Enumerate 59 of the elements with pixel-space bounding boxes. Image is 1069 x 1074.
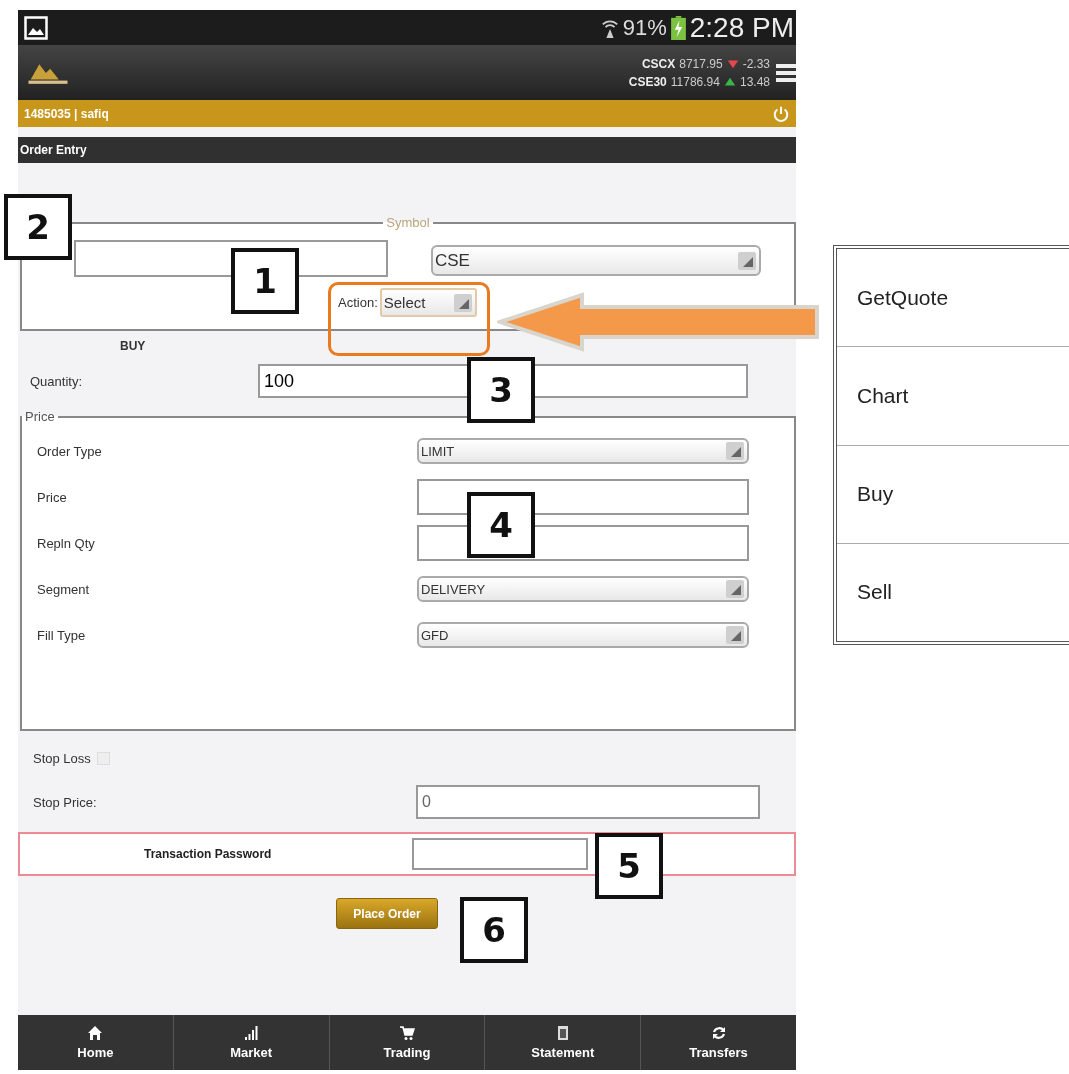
callout-number: 4	[467, 492, 535, 558]
nav-tab[interactable]: Transfers	[641, 1015, 796, 1070]
index-change: 13.48	[739, 74, 770, 89]
home-icon	[87, 1025, 104, 1041]
nav-tab[interactable]: Trading	[329, 1015, 486, 1070]
refresh-icon	[710, 1025, 727, 1041]
nav-tab[interactable]: Market	[173, 1015, 330, 1070]
caret-icon	[738, 251, 756, 270]
field-label: Segment	[37, 581, 90, 597]
menu-item[interactable]: Sell	[837, 543, 1069, 641]
bar-chart-icon	[243, 1025, 260, 1041]
field-label: Order Type	[37, 443, 102, 459]
account-label: 1485035 | safiq	[24, 106, 109, 121]
field-label: Repln Qty	[37, 535, 95, 551]
nav-tab[interactable]: Statement	[485, 1015, 642, 1070]
dropdown[interactable]: DELIVERY	[417, 576, 749, 602]
index-change: -2.33	[742, 56, 770, 71]
clock-time: 2:28 PM	[689, 11, 795, 44]
index-value: 11786.94	[670, 74, 720, 89]
index-value: 8717.95	[679, 56, 723, 71]
dropdown[interactable]: Select	[379, 288, 477, 317]
password-input[interactable]	[412, 838, 588, 870]
index-name: CSE30	[628, 74, 667, 89]
callout-number: 3	[467, 357, 535, 423]
dropdown[interactable]: LIMIT	[417, 438, 749, 464]
menu-item[interactable]: Chart	[837, 347, 1069, 446]
callout-number: 5	[595, 833, 663, 899]
callout-number: 1	[231, 248, 299, 314]
image-icon	[24, 15, 48, 40]
dropdown[interactable]: CSE	[431, 245, 761, 276]
caret-icon	[726, 626, 744, 644]
field-label: Stop Loss	[33, 750, 91, 766]
caret-icon	[453, 293, 472, 312]
field-label: Price	[37, 489, 67, 505]
menu-item[interactable]: GetQuote	[837, 249, 1069, 348]
group-legend: Price	[22, 409, 58, 424]
index-name: CSCX	[641, 56, 676, 71]
field-label: Quantity:	[30, 373, 84, 389]
side-label: BUY	[120, 339, 147, 353]
field-label: Fill Type	[37, 627, 86, 643]
battery-percentage: 91%	[622, 14, 667, 41]
power-icon[interactable]	[772, 104, 790, 123]
callout-number: 2	[4, 194, 72, 260]
checkbox[interactable]	[96, 751, 110, 765]
menu-icon[interactable]	[776, 62, 796, 83]
field-label: Stop Price:	[33, 794, 98, 810]
group-legend: Symbol	[383, 215, 433, 230]
cart-icon	[399, 1025, 415, 1041]
nav-tab[interactable]: Home	[18, 1015, 174, 1070]
callout-number: 6	[460, 897, 528, 963]
stop-price-input[interactable]: 0	[416, 785, 760, 819]
caret-icon	[726, 580, 744, 598]
field-label: Transaction Password	[144, 847, 273, 861]
battery-charging-icon	[670, 15, 686, 40]
dropdown[interactable]: GFD	[417, 622, 749, 648]
menu-item[interactable]: Buy	[837, 445, 1069, 544]
page-title: Order Entry	[18, 137, 796, 163]
action-label: Action:	[338, 295, 378, 310]
caret-icon	[726, 442, 744, 460]
